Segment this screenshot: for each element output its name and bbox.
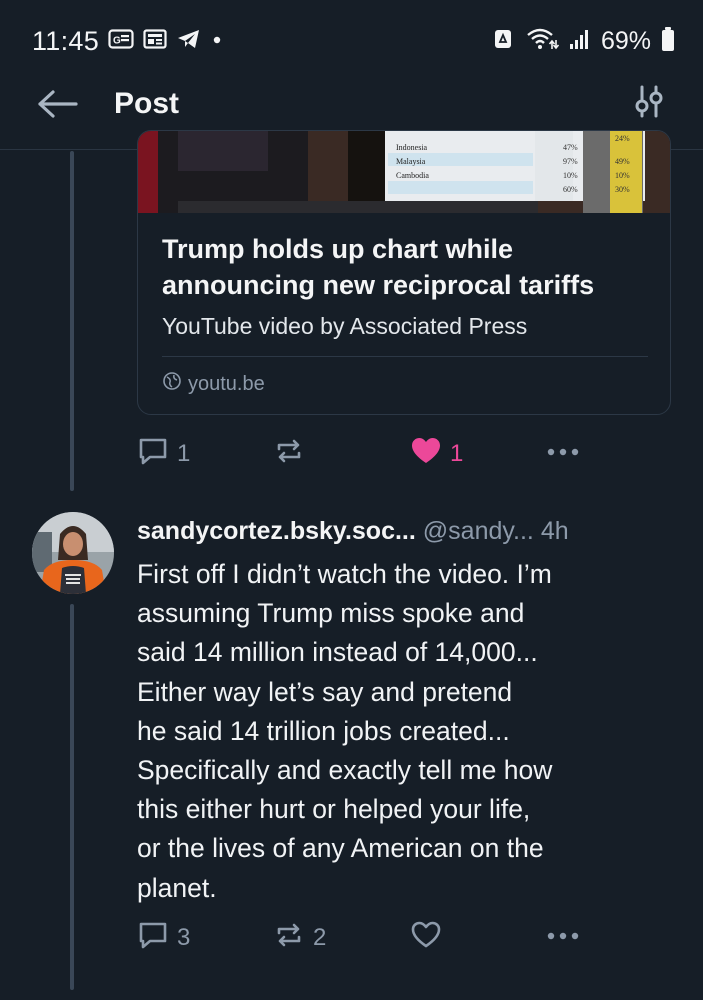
page-title: Post [114,87,180,120]
news-icon [143,28,167,55]
nfc-icon [491,27,515,56]
link-embed-card[interactable]: Indonesia Malaysia Cambodia 47% 97% 10% … [137,130,671,415]
reply-icon [137,436,169,473]
thumb-v1-1: 47% [563,143,578,152]
embed-divider [162,356,648,357]
repost-icon [273,920,305,957]
post-actions: 1 1 [0,434,703,474]
avatar[interactable] [32,512,114,594]
repost-icon [273,436,305,473]
back-button[interactable] [36,84,80,128]
reply-line: said 14 million instead of 14,000... [137,637,538,668]
embed-description: YouTube video by Associated Press [162,313,528,339]
globe-icon [162,371,182,397]
telegram-icon [176,28,202,55]
battery-percent: 69% [600,26,651,55]
sliders-icon [633,85,665,124]
thumb-v2-3: 10% [615,171,630,180]
thumb-v1-3: 10% [563,171,578,180]
reply-line: or the lives of any American on the [137,833,544,864]
heart-outline-icon [410,920,442,957]
reply-line: First off I didn’t watch the video. I’m [137,559,552,589]
status-bar: 11:45 G 69% [0,0,703,78]
like-count: 1 [450,440,464,467]
thumb-v2-1: 24% [615,134,630,143]
more-options-button[interactable] [546,434,582,474]
repost-button[interactable] [273,434,313,474]
reply-count: 1 [177,440,191,467]
dot-icon [211,28,223,55]
status-time: 11:45 [32,26,100,56]
display-name[interactable]: sandycortez.bsky.soc... [137,517,416,545]
repost-button[interactable]: 2 [273,918,326,958]
embed-title: Trump holds up chart while announcing ne… [162,234,595,300]
reply-text: First off I didn’t watch the video. I’m … [137,555,677,908]
signal-icon [569,27,591,56]
reply-line: Specifically and exactly tell me how [137,755,553,786]
timestamp[interactable]: 4h [541,517,569,545]
reply-line: planet. [137,872,217,903]
thumb-v2-2: 49% [615,157,630,166]
heart-filled-icon [410,436,442,473]
video-thumbnail: Indonesia Malaysia Cambodia 47% 97% 10% … [138,131,670,213]
status-icons-right: 69% [491,26,675,57]
embed-link: youtu.be [162,371,265,397]
status-icons-left: G [108,28,223,54]
arrow-left-icon [37,89,79,124]
thumb-v1-4: 60% [563,185,578,194]
like-button[interactable] [410,918,450,958]
thumb-country-1: Indonesia [396,143,428,152]
reply-line: assuming Trump miss spoke and [137,598,525,629]
sim-card-icon: G [108,28,134,55]
more-dots-icon [546,436,582,473]
thumb-v1-2: 97% [563,157,578,166]
reply-header: sandycortez.bsky.soc... @sandy... 4h [137,514,569,548]
reply-icon [137,920,169,957]
thumb-country-2: Malaysia [396,157,426,166]
reply-button[interactable]: 1 [137,434,190,474]
thread-settings-button[interactable] [629,82,669,126]
more-dots-icon [546,920,582,957]
svg-text:G: G [113,35,121,46]
reply-actions: 3 2 [0,918,703,958]
reply-button[interactable]: 3 [137,918,190,958]
repost-count: 2 [313,924,327,951]
thumb-country-3: Cambodia [396,171,429,180]
reply-line: this either hurt or helped your life, [137,794,531,825]
handle[interactable]: @sandy... [423,517,534,545]
app-screen: 11:45 G 69% Post Indonesia Malaysia Camb… [0,0,703,1000]
reply-line: he said 14 trillion jobs created... [137,715,510,746]
battery-icon [661,26,675,57]
wifi-icon [525,26,560,57]
reply-count: 3 [177,924,191,951]
like-button[interactable]: 1 [410,434,463,474]
more-options-button[interactable] [546,918,582,958]
thumb-v2-4: 30% [615,185,630,194]
reply-line: Either way let’s say and pretend [137,676,513,707]
embed-domain: youtu.be [188,372,265,395]
